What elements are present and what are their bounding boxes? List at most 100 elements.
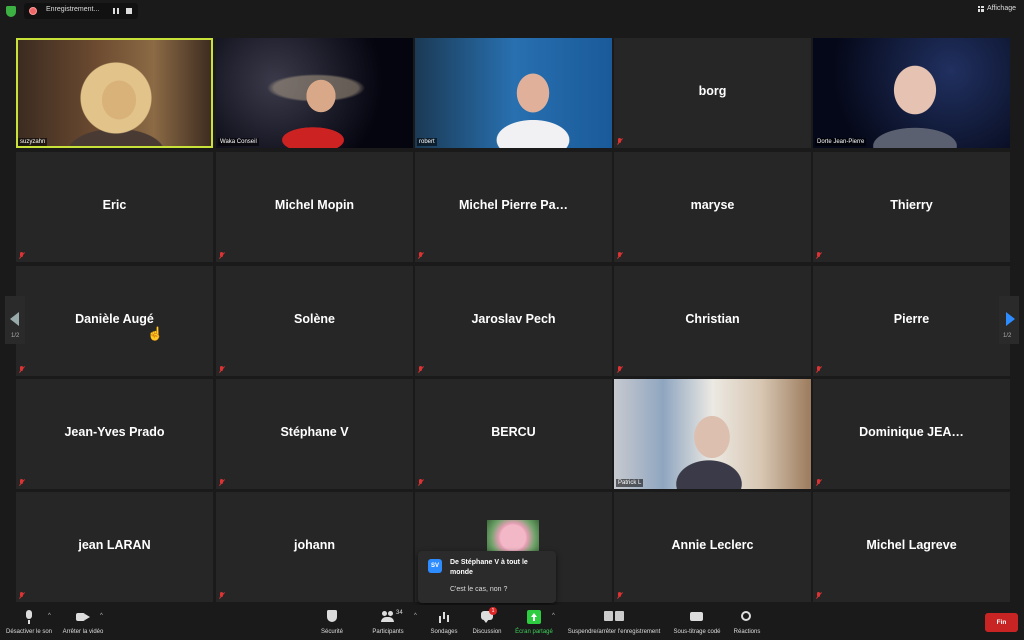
participant-name: Pierre <box>893 312 930 326</box>
polls-icon <box>437 610 451 624</box>
security-button[interactable]: Sécurité <box>312 605 352 640</box>
participant-tile[interactable]: Michel Lagreve <box>813 492 1010 602</box>
chat-message: C'est le cas, non ? <box>450 586 508 593</box>
participants-count: 34 <box>396 610 403 616</box>
participant-tile[interactable]: Michel Pierre Pa… <box>415 152 612 262</box>
participant-tile[interactable]: Annie Leclerc <box>614 492 811 602</box>
participant-name: Solène <box>294 312 335 326</box>
participants-button[interactable]: 34 Participants <box>366 605 410 640</box>
share-screen-label: Écran partagé <box>515 629 553 635</box>
polls-label: Sondages <box>430 629 458 635</box>
participant-tile[interactable]: Jaroslav Pech <box>415 266 612 376</box>
polls-button[interactable]: Sondages <box>424 605 464 640</box>
participant-tile[interactable]: Jean-Yves Prado <box>16 379 213 489</box>
muted-microphone-icon <box>219 592 224 599</box>
share-screen-icon <box>527 610 541 624</box>
chat-notification[interactable]: SV De Stéphane V à tout le monde C'est l… <box>418 551 556 603</box>
participant-name: BERCU <box>491 425 536 439</box>
stop-video-button[interactable]: Arrêter la vidéo <box>58 605 108 640</box>
chat-sender: De Stéphane V à tout le monde <box>450 559 528 576</box>
participant-tile[interactable]: Patrick L <box>614 379 811 489</box>
participant-tile[interactable]: Dominique JEA… <box>813 379 1010 489</box>
stop-recording-icon[interactable] <box>126 8 132 14</box>
camera-icon <box>76 610 90 624</box>
chat-badge: 1 <box>489 607 497 615</box>
hand-cursor-icon: ☝ <box>147 326 164 341</box>
participant-tile[interactable]: robert <box>415 38 612 148</box>
participant-tile[interactable]: borg <box>614 38 811 148</box>
closed-captions-button[interactable]: Sous-titrage codé <box>672 605 722 640</box>
participant-label: Dorte Jean-Pierre <box>815 138 867 146</box>
participants-options-caret[interactable]: ^ <box>414 613 417 619</box>
participant-tile[interactable]: Michel Mopin <box>216 152 413 262</box>
participant-tile[interactable]: Pierre <box>813 266 1010 376</box>
chat-button[interactable]: 1 Discussion <box>466 605 508 640</box>
participant-name: maryse <box>690 198 735 212</box>
security-label: Sécurité <box>320 629 344 635</box>
participant-tile[interactable]: Thierry <box>813 152 1010 262</box>
muted-microphone-icon <box>816 479 821 486</box>
share-screen-button[interactable]: Écran partagé <box>512 605 556 640</box>
participant-label: Waka Conseil <box>218 138 259 146</box>
view-label: Affichage <box>986 5 1016 12</box>
participant-name: Thierry <box>890 198 933 212</box>
pause-stop-icon <box>604 610 624 624</box>
recording-label: Enregistrement... <box>46 6 100 13</box>
captions-label: Sous-titrage codé <box>673 629 721 635</box>
share-options-caret[interactable]: ^ <box>552 613 555 619</box>
muted-microphone-icon <box>19 592 24 599</box>
participant-tile[interactable]: Eric <box>16 152 213 262</box>
participant-name: johann <box>294 538 335 552</box>
participant-name: Jean-Yves Prado <box>64 425 165 439</box>
microphone-icon <box>22 610 36 624</box>
participant-name: Annie Leclerc <box>671 538 754 552</box>
mute-button[interactable]: Désactiver le son <box>4 605 54 640</box>
muted-microphone-icon <box>617 138 622 145</box>
muted-microphone-icon <box>816 252 821 259</box>
chat-label: Discussion <box>472 629 502 635</box>
audio-options-caret[interactable]: ^ <box>48 613 51 619</box>
participant-label: Patrick L <box>616 479 644 487</box>
muted-microphone-icon <box>617 592 622 599</box>
participant-name: Stéphane V <box>280 425 349 439</box>
muted-microphone-icon <box>219 479 224 486</box>
participant-tile[interactable]: Waka Conseil <box>216 38 413 148</box>
participant-tile[interactable]: Dorte Jean-Pierre <box>813 38 1010 148</box>
end-meeting-button[interactable]: Fin <box>985 613 1018 632</box>
pause-recording-icon[interactable] <box>113 8 119 14</box>
participant-label: robert <box>417 138 437 146</box>
muted-microphone-icon <box>19 252 24 259</box>
participant-tile[interactable]: Danièle Augé <box>16 266 213 376</box>
participant-tile[interactable]: Stéphane V <box>216 379 413 489</box>
participant-tile[interactable]: Solène <box>216 266 413 376</box>
participant-name: Michel Pierre Pa… <box>458 198 569 212</box>
reactions-button[interactable]: Réactions <box>728 605 766 640</box>
muted-microphone-icon <box>418 252 423 259</box>
top-bar: Enregistrement... Affichage <box>0 0 1024 24</box>
participant-tile[interactable]: suzyzahn <box>16 38 213 148</box>
video-options-caret[interactable]: ^ <box>100 613 103 619</box>
participant-tile[interactable]: Christian <box>614 266 811 376</box>
pause-stop-recording-button[interactable]: Suspendre/arrêter l'enregistrement <box>566 605 662 640</box>
muted-microphone-icon <box>617 252 622 259</box>
encryption-shield-icon[interactable] <box>6 6 16 17</box>
muted-microphone-icon <box>219 252 224 259</box>
view-button[interactable]: Affichage <box>977 5 1016 12</box>
participant-tile[interactable]: maryse <box>614 152 811 262</box>
participant-name: Danièle Augé <box>75 312 154 326</box>
chevron-right-icon <box>1006 312 1015 326</box>
muted-microphone-icon <box>816 366 821 373</box>
participant-tile[interactable]: jean LARAN <box>16 492 213 602</box>
muted-microphone-icon <box>617 366 622 373</box>
recording-dot-icon <box>29 7 37 15</box>
participant-tile[interactable]: BERCU <box>415 379 612 489</box>
participant-name: Dominique JEA… <box>859 425 964 439</box>
muted-microphone-icon <box>19 366 24 373</box>
recording-indicator: Enregistrement... <box>24 3 138 19</box>
participants-label: Participants <box>372 629 404 635</box>
grid-icon <box>977 5 984 12</box>
chevron-left-icon <box>10 312 19 326</box>
participant-tile[interactable]: johann <box>216 492 413 602</box>
video-label: Arrêter la vidéo <box>62 629 104 635</box>
participant-name: Michel Lagreve <box>866 538 957 552</box>
